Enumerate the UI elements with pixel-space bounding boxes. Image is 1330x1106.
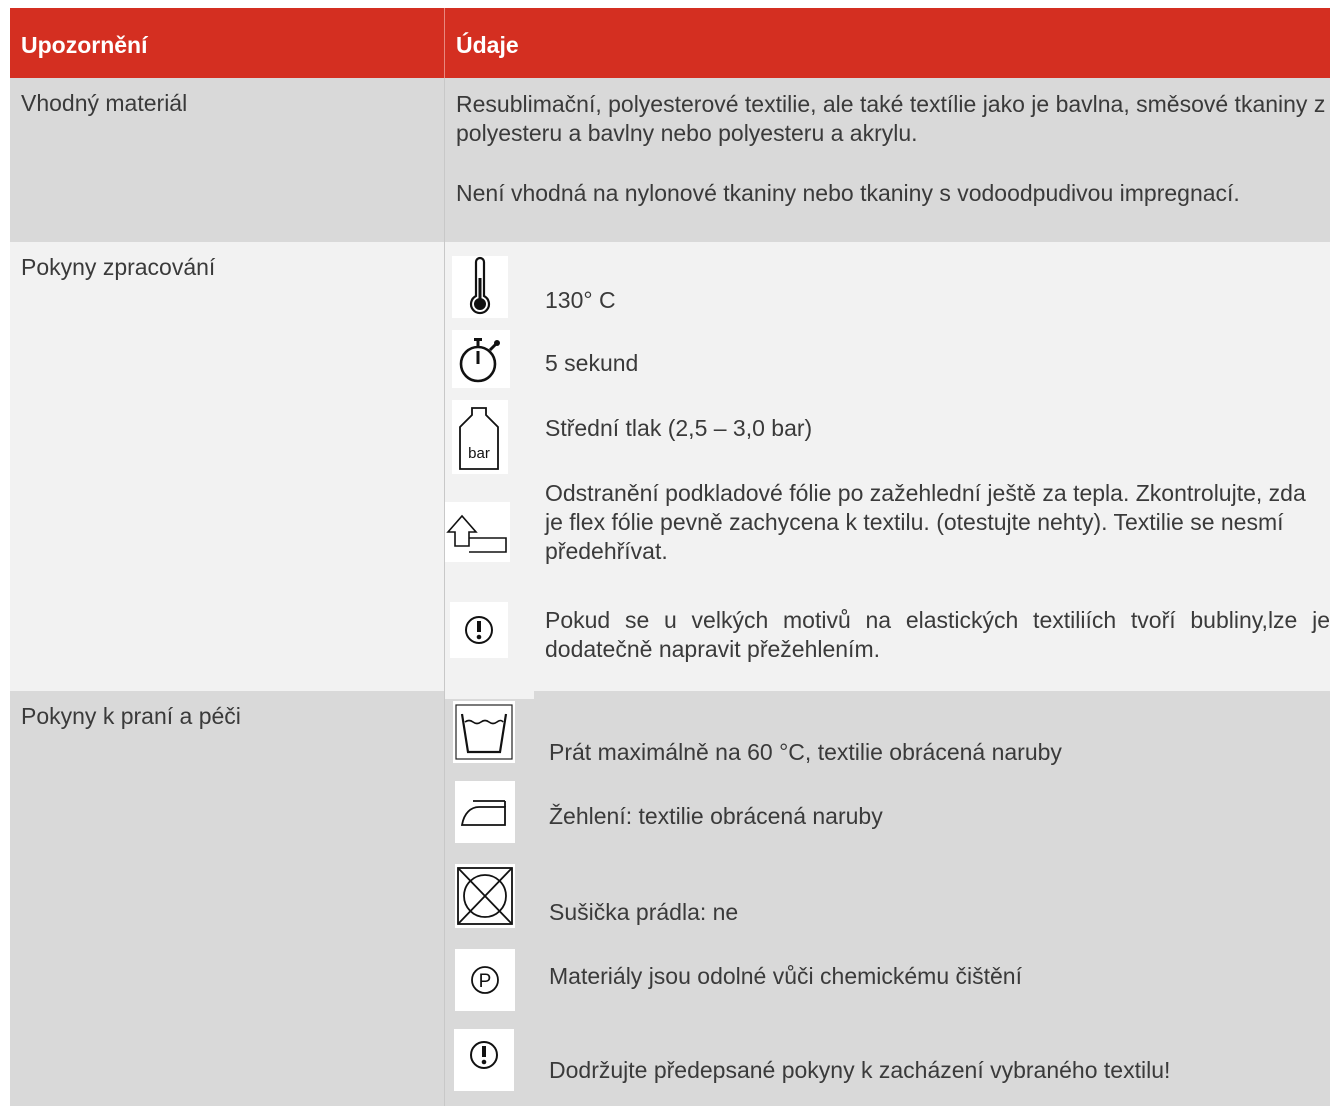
processing-item-text: 130° C <box>545 287 616 313</box>
header-separator <box>444 8 445 78</box>
processing-item-text: Odstranění podkladové fólie po zažehledn… <box>545 480 1306 564</box>
table-row-material: Vhodný materiál Resublimační, polyestero… <box>10 78 1330 242</box>
column-divider <box>444 78 445 1106</box>
header-details: Údaje <box>456 32 519 58</box>
row-label: Pokyny zpracování <box>21 254 216 280</box>
processing-item-text: 5 sekund <box>545 350 639 376</box>
row-gap <box>444 691 534 699</box>
row-label: Pokyny k praní a péči <box>21 703 241 729</box>
thermometer-icon <box>452 256 508 318</box>
stopwatch-icon <box>452 330 510 388</box>
wash-tub-icon <box>453 701 515 763</box>
peel-film-icon <box>444 502 510 562</box>
bar-icon-text: bar <box>468 445 490 462</box>
warning-icon <box>450 602 508 658</box>
care-item-text: Sušička prádla: ne <box>549 899 739 925</box>
dry-clean-p-icon: P <box>455 949 515 1011</box>
p-icon-text: P <box>479 971 492 992</box>
bar-weight-icon: bar <box>452 400 508 474</box>
no-tumble-dry-icon <box>455 864 515 928</box>
iron-icon <box>455 781 515 843</box>
row-label: Vhodný materiál <box>21 90 188 116</box>
care-item-text: Žehlení: textilie obrácená naruby <box>549 803 883 829</box>
care-item-text: Materiály jsou odolné vůči chemickému či… <box>549 963 1022 989</box>
material-paragraph-2: Není vhodná na nylonové tkaniny nebo tka… <box>456 180 1240 206</box>
processing-item-text: Střední tlak (2,5 – 3,0 bar) <box>545 415 813 441</box>
warning-icon <box>454 1029 514 1091</box>
header-warning: Upozornění <box>21 32 148 58</box>
care-item-text: Prát maximálně na 60 °C, textilie obráce… <box>549 739 1062 765</box>
table-header: Upozornění Údaje <box>10 8 1330 78</box>
table-row-processing: Pokyny zpracování 130° C 5 sekund bar St… <box>10 242 1330 691</box>
care-item-text: Dodržujte předepsané pokyny k zacházení … <box>549 1057 1171 1083</box>
table-row-washing: Pokyny k praní a péči Prát maximálně na … <box>10 691 1330 1106</box>
processing-item-text: Pokud se u velkých motivů na elastických… <box>545 607 1330 662</box>
material-paragraph-1: Resublimační, polyesterové textilie, ale… <box>456 91 1326 146</box>
instructions-table: Upozornění Údaje Vhodný materiál Resubli… <box>10 8 1330 1106</box>
